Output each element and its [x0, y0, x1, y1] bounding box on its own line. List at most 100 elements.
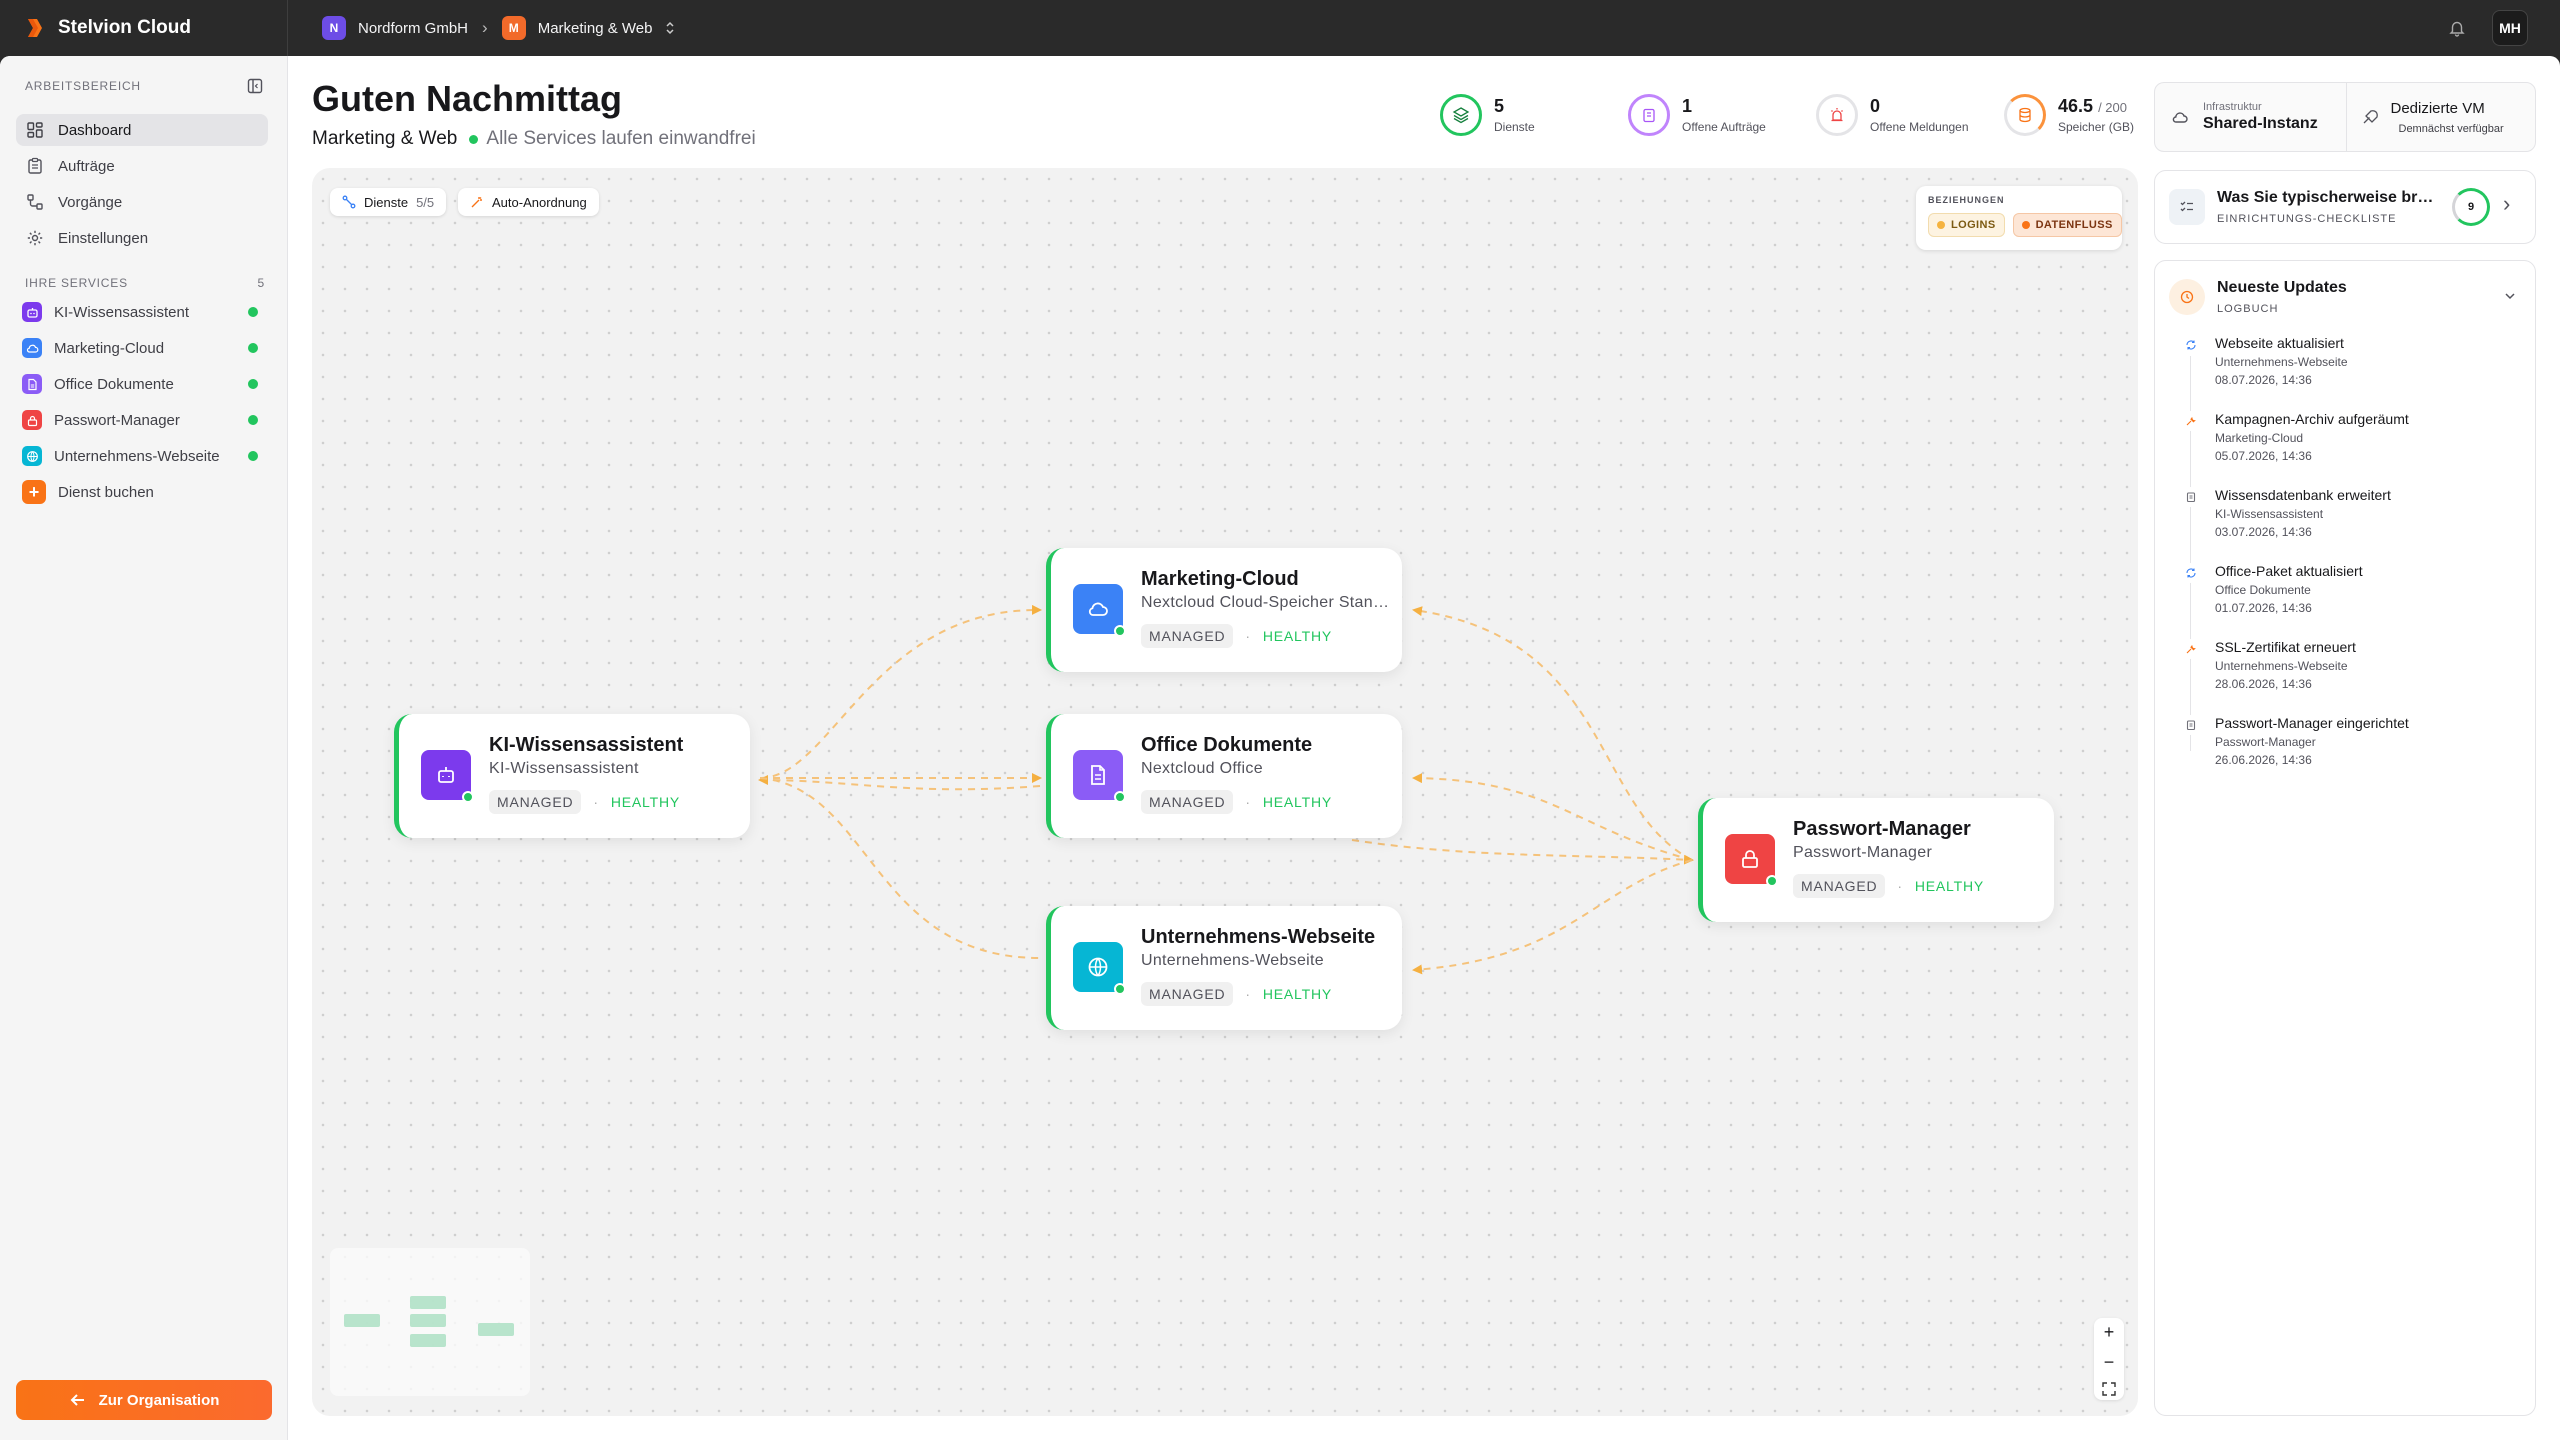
alarm-icon [1816, 94, 1858, 136]
node-unternehmens-webseite[interactable]: Unternehmens-Webseite Unternehmens-Webse… [1046, 906, 1402, 1030]
clipboard-icon [28, 157, 42, 174]
status-dot [469, 134, 479, 144]
stat-speicher[interactable]: 46.5 / 200 Speicher (GB) [2004, 94, 2172, 136]
update-title: Wissensdatenbank erweitert [2215, 487, 2391, 503]
managed-badge: MANAGED [489, 790, 582, 814]
infrastructure-card: Infrastruktur Shared-Instanz Dedizierte … [2154, 82, 2536, 152]
service-label: Passwort-Manager [54, 411, 180, 429]
robot-icon [22, 302, 42, 322]
update-date: 28.06.2026, 14:36 [2215, 677, 2312, 691]
nav-dashboard[interactable]: Dashboard [16, 114, 268, 146]
update-item[interactable]: Wissensdatenbank erweitert KI-Wissensassi… [2181, 487, 2391, 539]
sidebar-service-marketing-cloud[interactable]: Marketing-Cloud [16, 332, 268, 364]
stat-meldungen[interactable]: 0 Offene Meldungen [1816, 94, 1984, 136]
sidebar-service-passwort[interactable]: Passwort-Manager [16, 404, 268, 436]
node-title: Office Dokumente [1141, 734, 1313, 756]
org-button-label: Zur Organisation [98, 1391, 220, 1409]
update-item[interactable]: Kampagnen-Archiv aufgeräumt Marketing-Clo… [2181, 411, 2409, 463]
user-avatar[interactable]: MH [2492, 10, 2528, 46]
node-title: KI-Wissensassistent [489, 734, 684, 756]
updates-panel: Neueste Updates LOGBUCH Webseite aktuali… [2154, 260, 2536, 1416]
wrench-icon [2181, 639, 2201, 659]
org-avatar: N [322, 16, 346, 40]
breadcrumb-project[interactable]: M Marketing & Web [501, 16, 677, 40]
sidebar-service-office[interactable]: Office Dokumente [16, 368, 268, 400]
service-label: Office Dokumente [54, 375, 174, 393]
workspace-section-title: ARBEITSBEREICH [25, 79, 141, 93]
node-ki-wissensassistent[interactable]: KI-Wissensassistent KI-Wissensassistent … [394, 714, 750, 838]
wrench-icon [2181, 411, 2201, 431]
edge-ki-marketing [759, 604, 1042, 779]
zoom-out-button[interactable]: − [2104, 1352, 2115, 1373]
health-status: HEALTHY [1262, 986, 1332, 1002]
stat-label: Dienste [1494, 120, 1535, 134]
update-service: Unternehmens-Webseite [2215, 355, 2348, 369]
node-subtitle: KI-Wissensassistent [489, 760, 639, 777]
edge-pm-office [1412, 773, 1693, 861]
update-item[interactable]: Office-Paket aktualisiert Office Dokument… [2181, 563, 2363, 615]
top-bar: Stelvion Cloud N Nordform GmbH › M Marke… [0, 0, 2560, 56]
update-date: 08.07.2026, 14:36 [2215, 373, 2312, 387]
update-service: Unternehmens-Webseite [2215, 659, 2348, 673]
stat-label: Offene Aufträge [1682, 120, 1766, 134]
edge-ki-webseite [759, 777, 1041, 959]
nav-einstellungen[interactable]: Einstellungen [16, 222, 268, 254]
project-title: Marketing & Web [312, 128, 458, 149]
node-title: Passwort-Manager [1793, 818, 1971, 840]
nav-label: Aufträge [58, 157, 115, 175]
managed-badge: MANAGED [1793, 874, 1886, 898]
minimap[interactable] [330, 1248, 530, 1396]
collapse-sidebar-icon[interactable] [247, 78, 263, 94]
brand[interactable]: Stelvion Cloud [0, 0, 288, 56]
stat-auftraege[interactable]: 1 Offene Aufträge [1628, 94, 1796, 136]
services-section-header: IHRE SERVICES 5 [25, 276, 265, 290]
database-icon [2004, 94, 2046, 136]
lock-icon [22, 410, 42, 430]
stat-value: 0 [1870, 96, 1881, 116]
robot-icon [421, 750, 474, 803]
node-subtitle: Passwort-Manager [1793, 844, 1933, 861]
status-dot [248, 415, 258, 425]
arrow-left-icon [70, 1394, 84, 1406]
sidebar-service-webseite[interactable]: Unternehmens-Webseite [16, 440, 268, 472]
update-item[interactable]: Webseite aktualisiert Unternehmens-Websei… [2181, 335, 2348, 387]
cloud-icon [22, 338, 42, 358]
node-title: Unternehmens-Webseite [1141, 926, 1376, 948]
fit-view-icon[interactable] [2102, 1381, 2116, 1396]
update-date: 26.06.2026, 14:36 [2215, 753, 2312, 767]
history-icon [2169, 279, 2205, 315]
nav-label: Einstellungen [58, 229, 149, 247]
infra-shared[interactable]: Infrastruktur Shared-Instanz [2155, 83, 2347, 151]
nav-vorgaenge[interactable]: Vorgänge [16, 186, 268, 218]
health-status: HEALTHY [1914, 878, 1984, 894]
gear-icon [27, 230, 43, 246]
node-office-dokumente[interactable]: Office Dokumente Nextcloud Office MANAGE… [1046, 714, 1402, 838]
checklist-subtitle: EINRICHTUNGS-CHECKLISTE [2217, 213, 2397, 225]
clipboard-icon [1628, 94, 1670, 136]
infra-alt-sub: Demnächst verfügbar [2398, 122, 2504, 135]
service-map-canvas[interactable]: Dienste 5/5 Auto-Anordnung BEZIEHUNGEN L… [312, 168, 2138, 1416]
bell-icon[interactable] [2448, 19, 2466, 37]
node-passwort-manager[interactable]: Passwort-Manager Passwort-Manager MANAGE… [1698, 798, 2054, 922]
node-marketing-cloud[interactable]: Marketing-Cloud Nextcloud Cloud-Speicher… [1046, 548, 1402, 672]
nav-auftraege[interactable]: Aufträge [16, 150, 268, 182]
update-item[interactable]: SSL-Zertifikat erneuert Unternehmens-Webs… [2181, 639, 2356, 691]
status-dot [248, 451, 258, 461]
breadcrumb-org[interactable]: N Nordform GmbH [322, 16, 468, 40]
setup-checklist-card[interactable]: Was Sie typischerweise brauchen EINRICHT… [2154, 170, 2536, 244]
sidebar-service-ki[interactable]: KI-Wissensassistent [16, 296, 268, 328]
zoom-in-button[interactable]: + [2104, 1322, 2115, 1343]
services-section-title: IHRE SERVICES [25, 276, 128, 290]
nav-label: Vorgänge [58, 193, 123, 211]
update-item[interactable]: Passwort-Manager eingerichtet Passwort-Ma… [2181, 715, 2409, 767]
to-organisation-button[interactable]: Zur Organisation [16, 1380, 272, 1420]
book-service-button[interactable]: + Dienst buchen [16, 476, 268, 508]
edge-pm-marketing [1412, 606, 1693, 861]
chevron-down-icon[interactable] [2503, 289, 2517, 303]
stat-dienste[interactable]: 5 Dienste [1440, 94, 1608, 136]
storage-used: 46.5 [2058, 96, 2094, 116]
layers-icon [1440, 94, 1482, 136]
service-label: Marketing-Cloud [54, 339, 165, 357]
service-label: KI-Wissensassistent [54, 303, 190, 321]
globe-icon [1073, 942, 1126, 995]
